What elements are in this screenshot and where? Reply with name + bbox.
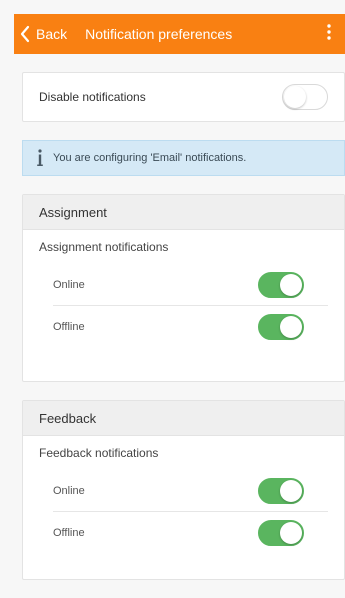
assignment-online-toggle[interactable] xyxy=(258,272,304,298)
assignment-notifications-subtitle: Assignment notifications xyxy=(39,240,169,254)
section-header-feedback: Feedback xyxy=(23,401,344,436)
assignment-online-row: Online xyxy=(23,264,344,306)
notification-preferences-screen: Back Notification preferences Disable no… xyxy=(0,0,345,598)
toggle-knob xyxy=(280,522,302,544)
feedback-offline-toggle[interactable] xyxy=(258,520,304,546)
back-button[interactable]: Back xyxy=(20,25,67,43)
disable-notifications-label: Disable notifications xyxy=(39,90,146,104)
feedback-section: Feedback Feedback notifications Online O… xyxy=(22,400,345,580)
header-bar: Back Notification preferences xyxy=(14,14,345,54)
feedback-notifications-subtitle: Feedback notifications xyxy=(39,446,159,460)
option-label-online: Online xyxy=(53,279,85,291)
kebab-menu-icon xyxy=(327,23,331,45)
disable-notifications-row: Disable notifications xyxy=(22,72,345,122)
menu-button[interactable] xyxy=(321,22,337,46)
page-title: Notification preferences xyxy=(85,26,233,42)
assignment-offline-toggle[interactable] xyxy=(258,314,304,340)
toggle-knob xyxy=(280,316,302,338)
info-banner: You are configuring 'Email' notification… xyxy=(22,140,345,176)
toggle-knob xyxy=(280,480,302,502)
section-header-assignment: Assignment xyxy=(23,195,344,230)
feedback-offline-row: Offline xyxy=(23,512,344,554)
back-label: Back xyxy=(36,26,68,42)
feedback-online-row: Online xyxy=(23,470,344,512)
chevron-left-icon xyxy=(20,25,30,43)
toggle-knob xyxy=(284,86,306,108)
assignment-offline-row: Offline xyxy=(23,306,344,348)
assignment-section: Assignment Assignment notifications Onli… xyxy=(22,194,345,382)
disable-notifications-toggle[interactable] xyxy=(282,84,328,110)
info-text: You are configuring 'Email' notification… xyxy=(53,152,247,164)
toggle-knob xyxy=(280,274,302,296)
info-icon xyxy=(35,147,45,169)
option-label-offline: Offline xyxy=(53,527,85,539)
feedback-online-toggle[interactable] xyxy=(258,478,304,504)
option-label-online: Online xyxy=(53,485,85,497)
option-label-offline: Offline xyxy=(53,321,85,333)
